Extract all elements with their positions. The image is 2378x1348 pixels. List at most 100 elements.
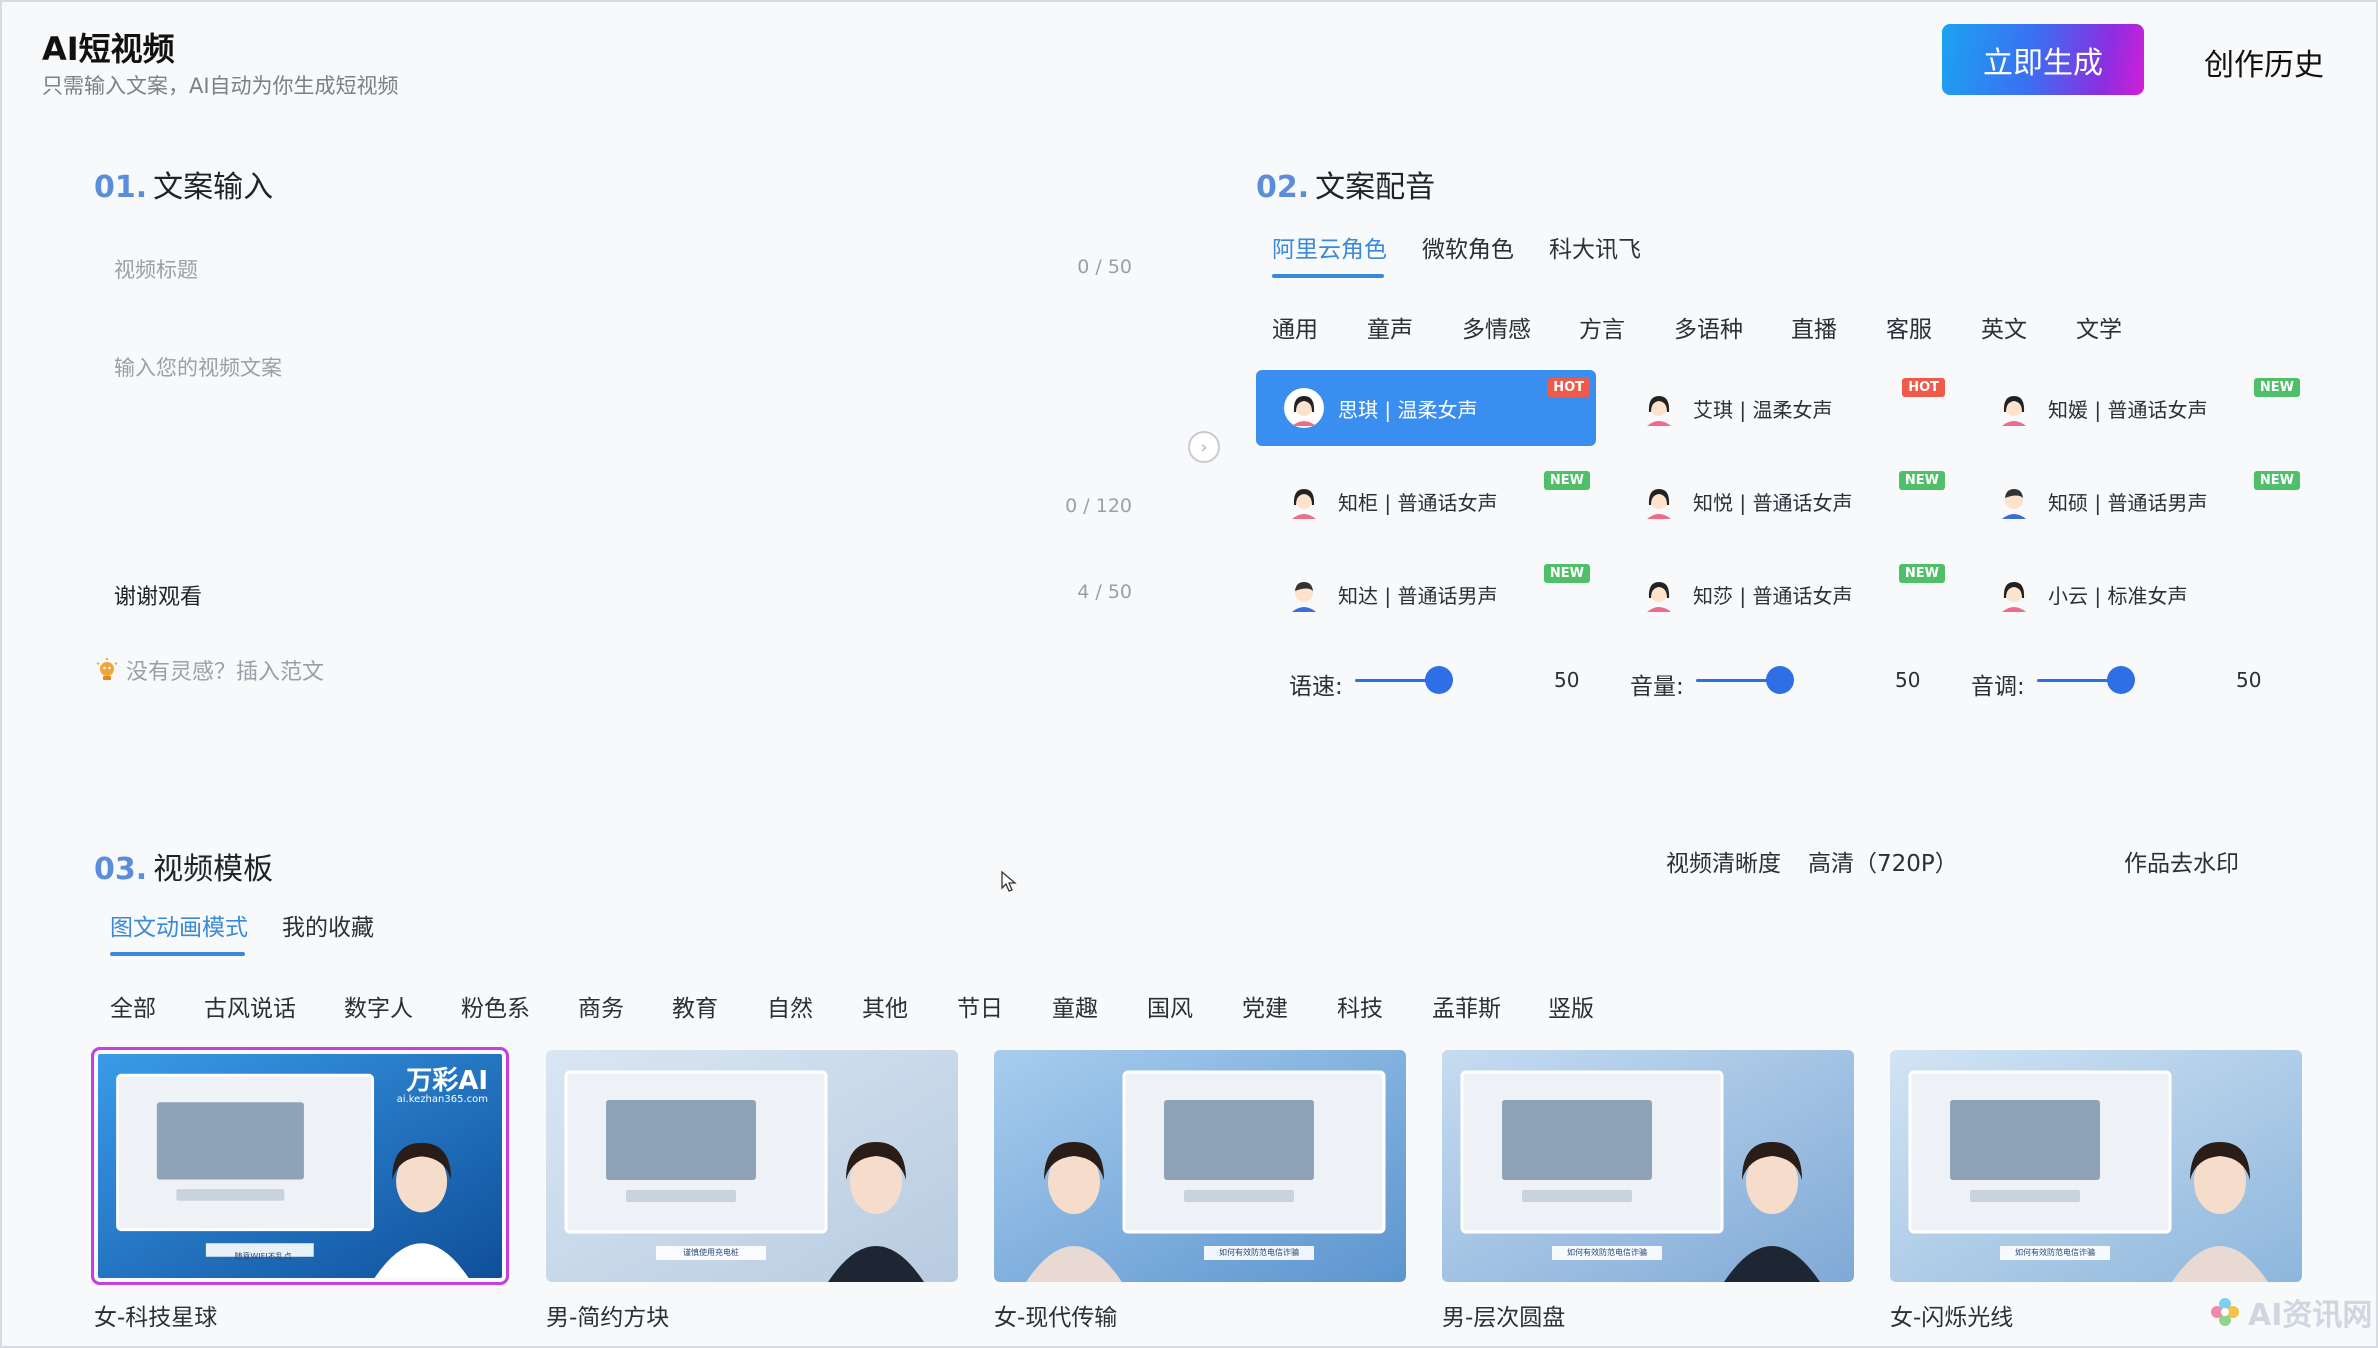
voice-name: 小云 | 标准女声 xyxy=(2048,583,2188,608)
video-copy-textarea[interactable]: 输入您的视频文案 xyxy=(114,352,282,382)
template-category[interactable]: 党建 xyxy=(1242,989,1288,1023)
section-number: 03. xyxy=(94,852,148,887)
flower-logo-icon xyxy=(2211,1298,2239,1326)
hot-badge: HOT xyxy=(1902,378,1945,397)
insert-sample-link[interactable]: 没有灵感？插入范文 xyxy=(94,654,324,686)
voice-card[interactable]: 思琪 | 温柔女声 HOT xyxy=(1256,370,1596,446)
hint-text: 没有灵感？插入范文 xyxy=(126,660,325,685)
voice-card[interactable]: 知柜 | 普通话女声 NEW xyxy=(1256,463,1596,539)
female-avatar-icon xyxy=(1639,574,1679,614)
section-label: 文案输入 xyxy=(153,170,274,205)
voice-name: 思琪 | 温柔女声 xyxy=(1338,397,1478,422)
template-category[interactable]: 数字人 xyxy=(344,989,413,1023)
template-thumbnail[interactable]: 如何有效防范电信诈骗 xyxy=(994,1050,1406,1282)
template-thumbnail[interactable]: 如何有效防范电信诈骗 xyxy=(1890,1050,2302,1282)
template-category[interactable]: 全部 xyxy=(110,989,156,1023)
speed-value: 50 xyxy=(1554,668,1580,692)
male-avatar-icon xyxy=(1284,574,1324,614)
voice-name: 知硕 | 普通话男声 xyxy=(2048,490,2208,515)
template-category[interactable]: 节日 xyxy=(957,989,1003,1023)
voice-name: 知柜 | 普通话女声 xyxy=(1338,490,1498,515)
tab-favorites[interactable]: 我的收藏 xyxy=(282,908,374,942)
template-category[interactable]: 竖版 xyxy=(1548,989,1594,1023)
new-badge: NEW xyxy=(2253,378,2300,397)
watermark-text: AI资讯网 xyxy=(2248,1298,2373,1333)
template-category[interactable]: 国风 xyxy=(1147,989,1193,1023)
generate-button[interactable]: 立即生成 xyxy=(1942,24,2144,95)
voice-name: 知媛 | 普通话女声 xyxy=(2048,397,2208,422)
new-badge: NEW xyxy=(1543,471,1590,490)
app-title: AI短视频 xyxy=(42,30,175,68)
voice-card[interactable]: 小云 | 标准女声 xyxy=(1966,556,2306,632)
template-caption: 男-层次圆盘 xyxy=(1442,1305,1566,1331)
section-voice-title: 02. 文案配音 xyxy=(1256,162,1435,206)
tab-graphic-animation[interactable]: 图文动画模式 xyxy=(110,908,248,942)
tab-microsoft[interactable]: 微软角色 xyxy=(1422,230,1514,264)
voice-category[interactable]: 多情感 xyxy=(1462,310,1531,344)
template-category[interactable]: 童趣 xyxy=(1052,989,1098,1023)
template-category[interactable]: 古风说话 xyxy=(204,989,296,1023)
voice-category[interactable]: 文学 xyxy=(2076,310,2122,344)
template-category[interactable]: 商务 xyxy=(578,989,624,1023)
remove-watermark-option[interactable]: 作品去水印 xyxy=(2124,844,2239,878)
volume-slider-handle[interactable] xyxy=(1766,666,1794,694)
speed-label: 语速: xyxy=(1289,674,1343,700)
male-avatar-icon xyxy=(1994,481,2034,521)
voice-card[interactable]: 知媛 | 普通话女声 NEW xyxy=(1966,370,2306,446)
voice-name: 知悦 | 普通话女声 xyxy=(1693,490,1853,515)
voice-card[interactable]: 知悦 | 普通话女声 NEW xyxy=(1611,463,1951,539)
template-caption: 女-闪烁光线 xyxy=(1890,1305,2014,1331)
chevron-right-icon[interactable]: › xyxy=(1188,431,1220,463)
voice-category[interactable]: 多语种 xyxy=(1674,310,1743,344)
voice-category[interactable]: 通用 xyxy=(1272,310,1318,344)
template-category[interactable]: 粉色系 xyxy=(461,989,530,1023)
app-window: AI短视频 只需输入文案，AI自动为你生成短视频 立即生成 创作历史 01. 文案… xyxy=(0,0,2378,1348)
speed-slider-handle[interactable] xyxy=(1425,666,1453,694)
resolution-select[interactable]: 高清（720P） xyxy=(1808,844,1958,878)
template-thumbnail[interactable]: 如何有效防范电信诈骗 xyxy=(1442,1050,1854,1282)
voice-category[interactable]: 童声 xyxy=(1367,310,1413,344)
new-badge: NEW xyxy=(1898,471,1945,490)
voice-category[interactable]: 直播 xyxy=(1791,310,1837,344)
female-avatar-icon xyxy=(1994,574,2034,614)
active-tab-indicator xyxy=(110,952,245,956)
active-tab-indicator xyxy=(1272,274,1384,278)
history-link[interactable]: 创作历史 xyxy=(2204,40,2324,84)
section-template-title: 03. 视频模板 xyxy=(94,844,273,888)
pitch-slider-handle[interactable] xyxy=(2107,666,2135,694)
hot-badge: HOT xyxy=(1547,378,1590,397)
tab-iflytek[interactable]: 科大讯飞 xyxy=(1549,230,1641,264)
template-category[interactable]: 教育 xyxy=(672,989,718,1023)
video-title-input[interactable]: 视频标题 xyxy=(114,254,198,284)
template-banner-text: 如何有效防范电信诈骗 xyxy=(1567,1248,1647,1257)
template-banner-text: 如何有效防范电信诈骗 xyxy=(2015,1248,2095,1257)
pitch-label: 音调: xyxy=(1971,674,2025,700)
voice-category[interactable]: 客服 xyxy=(1886,310,1932,344)
voice-card[interactable]: 知硕 | 普通话男声 NEW xyxy=(1966,463,2306,539)
template-category[interactable]: 自然 xyxy=(767,989,813,1023)
ending-text-input[interactable]: 谢谢观看 xyxy=(114,579,202,611)
female-avatar-icon xyxy=(1639,388,1679,428)
lightbulb-icon xyxy=(94,657,120,683)
template-brand-logo: 万彩AI xyxy=(406,1066,488,1096)
voice-card[interactable]: 知达 | 普通话男声 NEW xyxy=(1256,556,1596,632)
template-thumbnail[interactable]: 谨慎使用充电桩 xyxy=(546,1050,958,1282)
female-avatar-icon xyxy=(1284,481,1324,521)
voice-category[interactable]: 英文 xyxy=(1981,310,2027,344)
voice-card[interactable]: 知莎 | 普通话女声 NEW xyxy=(1611,556,1951,632)
voice-category[interactable]: 方言 xyxy=(1579,310,1625,344)
resolution-label: 视频清晰度 xyxy=(1666,851,1781,877)
template-category[interactable]: 其他 xyxy=(862,989,908,1023)
voice-card[interactable]: 艾琪 | 温柔女声 HOT xyxy=(1611,370,1951,446)
section-number: 02. xyxy=(1256,170,1310,205)
voice-name: 知达 | 普通话男声 xyxy=(1338,583,1498,608)
section-label: 视频模板 xyxy=(153,852,274,887)
template-category[interactable]: 科技 xyxy=(1337,989,1383,1023)
voice-name: 艾琪 | 温柔女声 xyxy=(1693,397,1833,422)
new-badge: NEW xyxy=(1898,564,1945,583)
app-subtitle: 只需输入文案，AI自动为你生成短视频 xyxy=(42,74,399,98)
template-thumbnail[interactable]: 随意WIFI不乱点 万彩AI ai.kezhan365.com xyxy=(94,1050,506,1282)
tab-aliyun[interactable]: 阿里云角色 xyxy=(1272,230,1387,264)
volume-label: 音量: xyxy=(1630,674,1684,700)
template-category[interactable]: 孟菲斯 xyxy=(1432,989,1501,1023)
